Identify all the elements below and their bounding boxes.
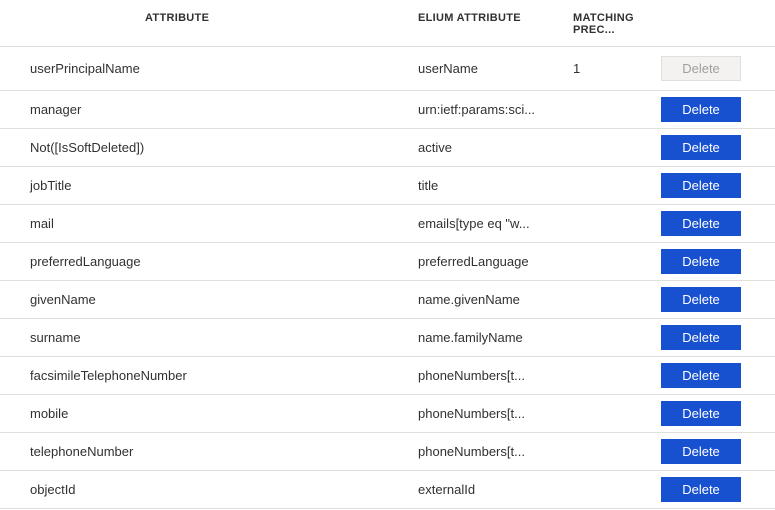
table-row[interactable]: telephoneNumberphoneNumbers[t... Delete: [0, 433, 775, 471]
table-row[interactable]: surnamename.familyName Delete: [0, 319, 775, 357]
cell-attribute: preferredLanguage: [0, 254, 418, 269]
delete-button[interactable]: Delete: [661, 325, 741, 350]
cell-attribute: jobTitle: [0, 178, 418, 193]
delete-button[interactable]: Delete: [661, 97, 741, 122]
table-row[interactable]: facsimileTelephoneNumberphoneNumbers[t..…: [0, 357, 775, 395]
delete-button[interactable]: Delete: [661, 249, 741, 274]
table-body: userPrincipalNameuserName1Deletemanageru…: [0, 47, 775, 509]
table-row[interactable]: jobTitletitle Delete: [0, 167, 775, 205]
cell-attribute: givenName: [0, 292, 418, 307]
cell-elium: name.givenName: [418, 292, 573, 307]
table-row[interactable]: mailemails[type eq "w... Delete: [0, 205, 775, 243]
delete-button[interactable]: Delete: [661, 173, 741, 198]
delete-button: Delete: [661, 56, 741, 81]
cell-action: Delete: [661, 287, 769, 312]
cell-action: Delete: [661, 325, 769, 350]
cell-attribute: facsimileTelephoneNumber: [0, 368, 418, 383]
cell-attribute: manager: [0, 102, 418, 117]
delete-button[interactable]: Delete: [661, 477, 741, 502]
cell-attribute: mobile: [0, 406, 418, 421]
cell-attribute: objectId: [0, 482, 418, 497]
cell-action: Delete: [661, 439, 769, 464]
cell-action: Delete: [661, 135, 769, 160]
table-row[interactable]: Not([IsSoftDeleted])active Delete: [0, 129, 775, 167]
table-row[interactable]: userPrincipalNameuserName1Delete: [0, 47, 775, 91]
table-row[interactable]: mobilephoneNumbers[t... Delete: [0, 395, 775, 433]
delete-button[interactable]: Delete: [661, 363, 741, 388]
header-precedence: MATCHING PREC...: [573, 12, 661, 36]
header-elium: ELIUM ATTRIBUTE: [418, 12, 573, 36]
delete-button[interactable]: Delete: [661, 401, 741, 426]
table-header: ATTRIBUTE ELIUM ATTRIBUTE MATCHING PREC.…: [0, 0, 775, 47]
cell-action: Delete: [661, 477, 769, 502]
cell-attribute: telephoneNumber: [0, 444, 418, 459]
delete-button[interactable]: Delete: [661, 439, 741, 464]
delete-button[interactable]: Delete: [661, 135, 741, 160]
cell-elium: phoneNumbers[t...: [418, 406, 573, 421]
cell-elium: emails[type eq "w...: [418, 216, 573, 231]
cell-elium: externalId: [418, 482, 573, 497]
cell-action: Delete: [661, 173, 769, 198]
cell-elium: name.familyName: [418, 330, 573, 345]
header-action: [661, 12, 769, 36]
table-row[interactable]: givenNamename.givenName Delete: [0, 281, 775, 319]
cell-elium: phoneNumbers[t...: [418, 368, 573, 383]
table-row[interactable]: objectIdexternalId Delete: [0, 471, 775, 509]
cell-action: Delete: [661, 211, 769, 236]
cell-action: Delete: [661, 97, 769, 122]
cell-action: Delete: [661, 249, 769, 274]
delete-button[interactable]: Delete: [661, 287, 741, 312]
cell-elium: urn:ietf:params:sci...: [418, 102, 573, 117]
cell-precedence: 1: [573, 61, 661, 76]
cell-attribute: mail: [0, 216, 418, 231]
table-row[interactable]: preferredLanguagepreferredLanguage Delete: [0, 243, 775, 281]
cell-action: Delete: [661, 363, 769, 388]
attribute-mapping-table: ATTRIBUTE ELIUM ATTRIBUTE MATCHING PREC.…: [0, 0, 775, 509]
cell-elium: preferredLanguage: [418, 254, 573, 269]
cell-elium: active: [418, 140, 573, 155]
cell-elium: userName: [418, 61, 573, 76]
cell-action: Delete: [661, 56, 769, 81]
cell-attribute: surname: [0, 330, 418, 345]
header-attribute: ATTRIBUTE: [0, 12, 418, 36]
cell-attribute: Not([IsSoftDeleted]): [0, 140, 418, 155]
cell-elium: title: [418, 178, 573, 193]
table-row[interactable]: managerurn:ietf:params:sci... Delete: [0, 91, 775, 129]
delete-button[interactable]: Delete: [661, 211, 741, 236]
cell-action: Delete: [661, 401, 769, 426]
cell-attribute: userPrincipalName: [0, 61, 418, 76]
cell-elium: phoneNumbers[t...: [418, 444, 573, 459]
